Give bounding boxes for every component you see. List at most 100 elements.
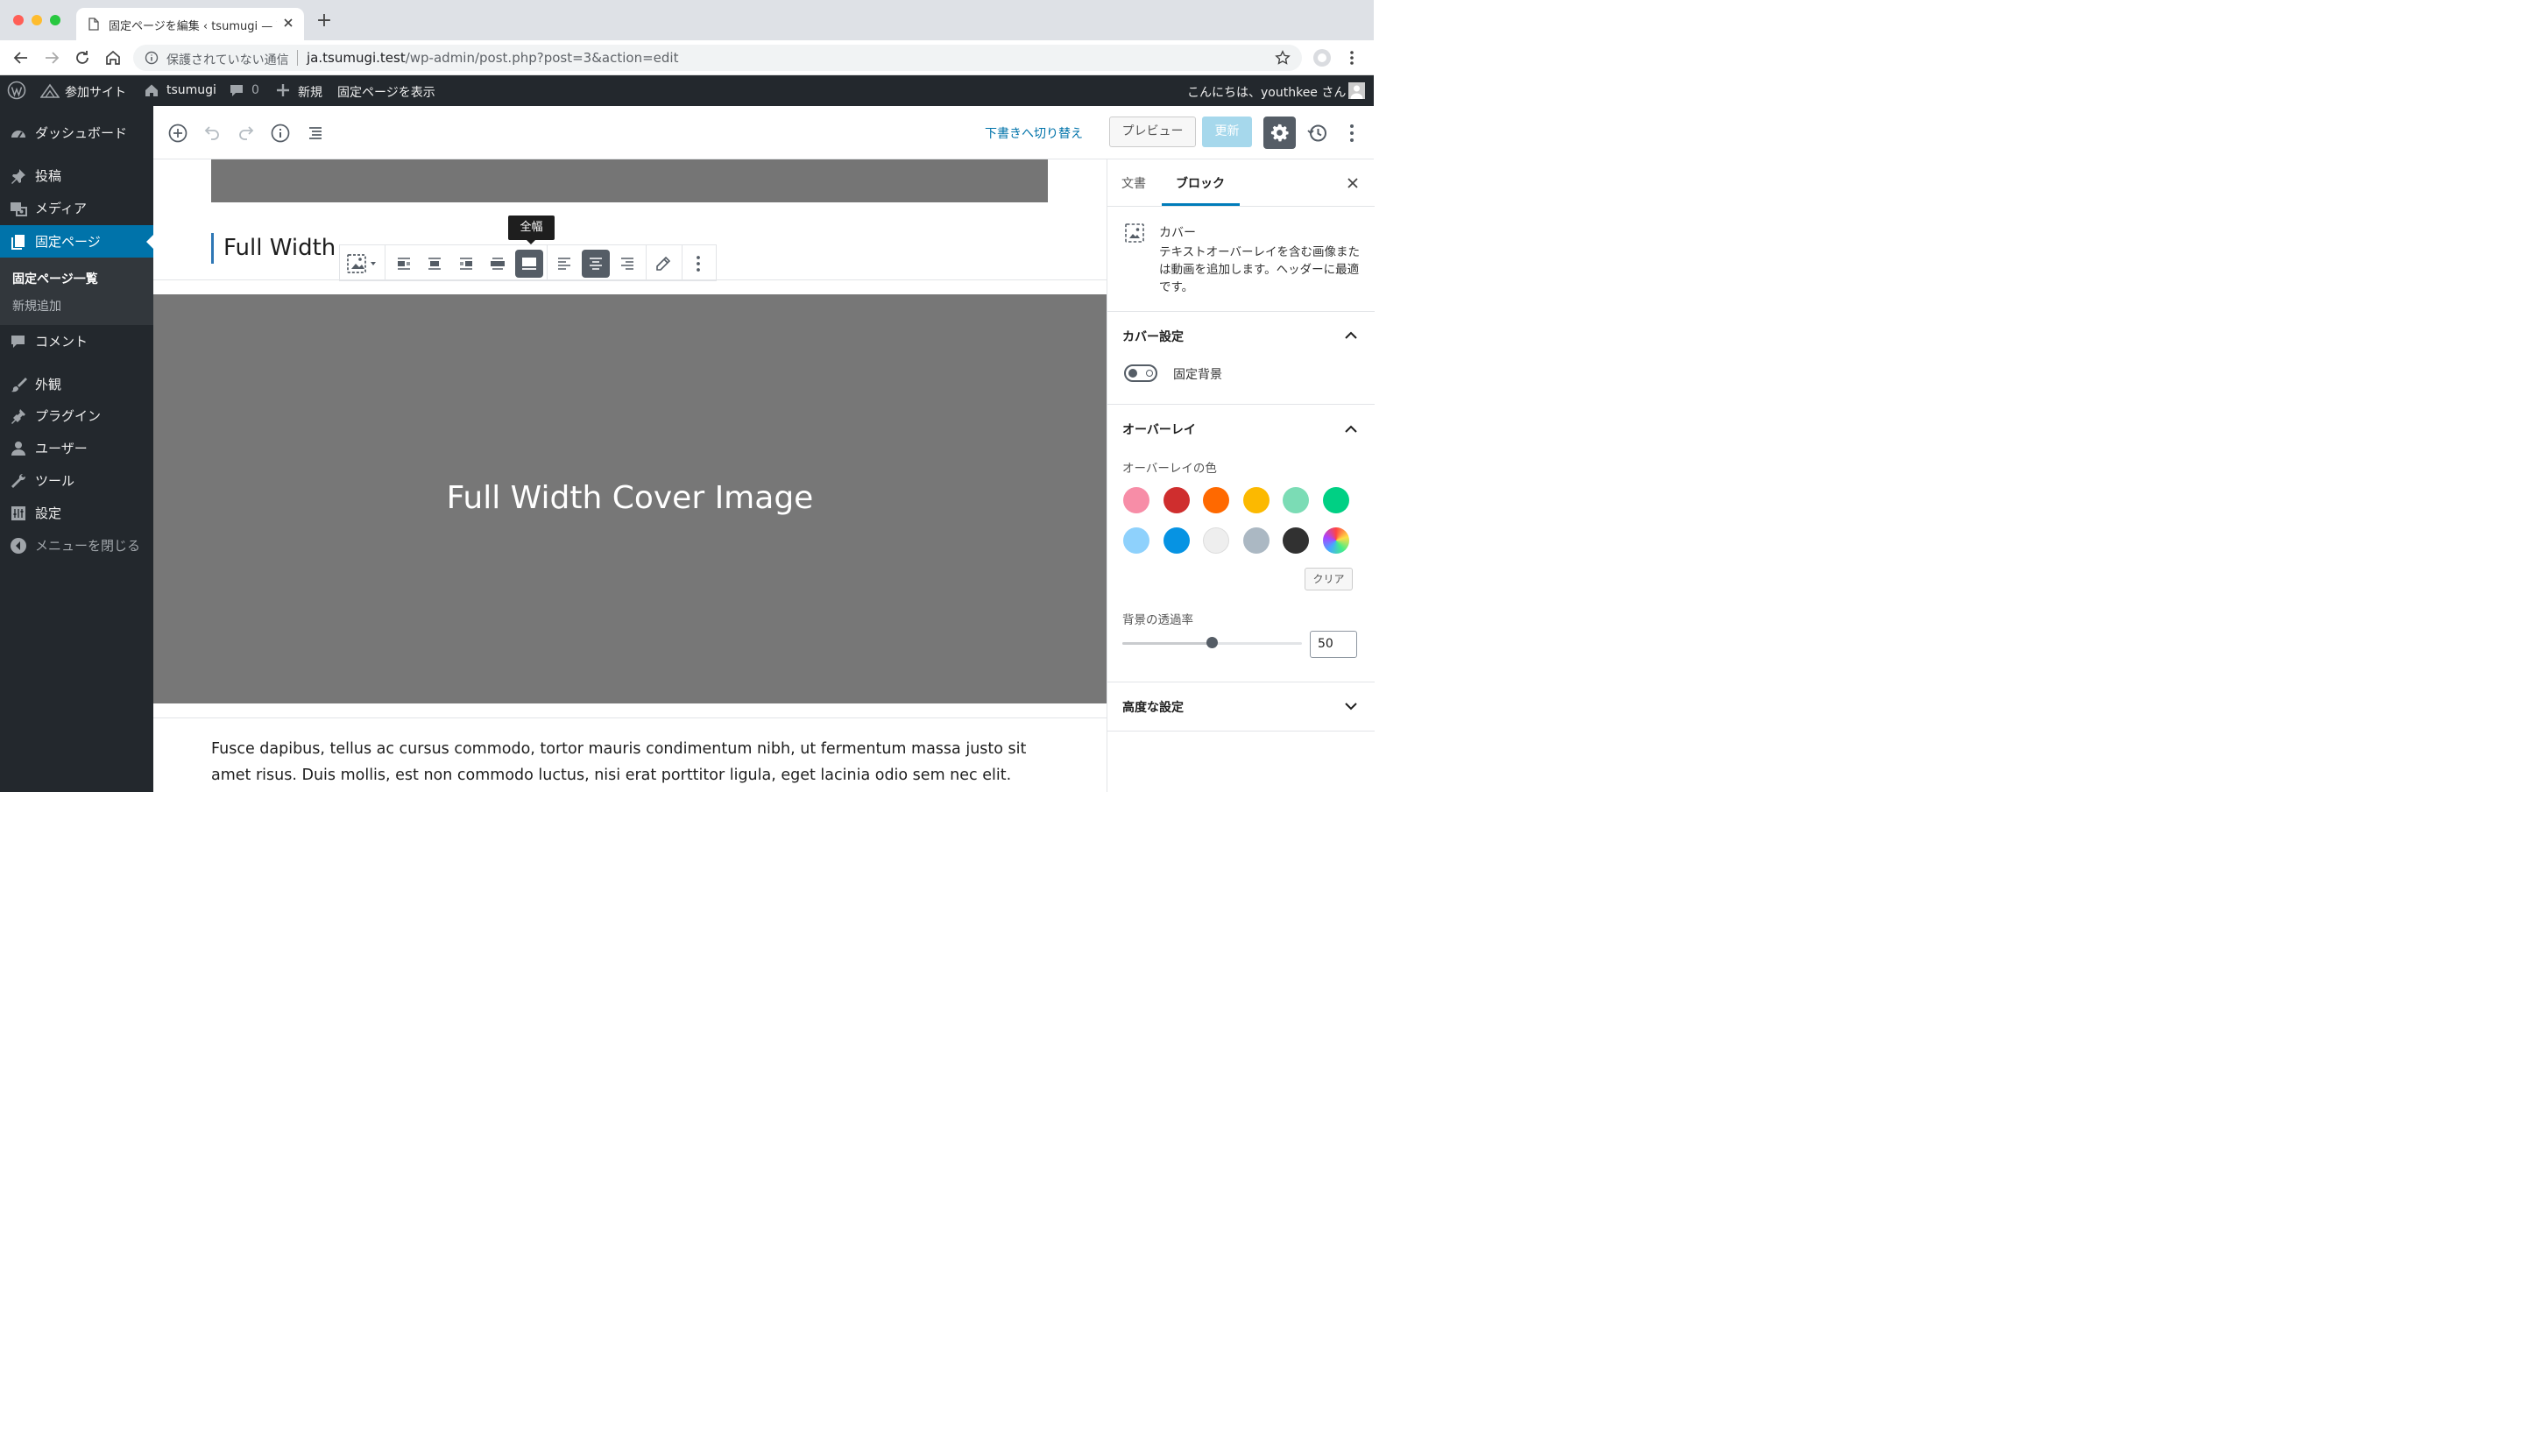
cover-text[interactable]: Full Width Cover Image: [153, 480, 1107, 516]
undo-icon[interactable]: [202, 123, 223, 144]
menu-item-users[interactable]: ユーザー: [0, 432, 153, 464]
menu-item-posts[interactable]: 投稿: [0, 159, 153, 192]
menu-item-tools[interactable]: ツール: [0, 464, 153, 497]
heading-block[interactable]: Full Width: [211, 233, 336, 264]
chevron-down-icon[interactable]: [1344, 699, 1358, 713]
advanced-panel-title[interactable]: 高度な設定: [1122, 698, 1184, 716]
minimize-window-button[interactable]: [32, 15, 42, 25]
my-sites-icon: [40, 82, 60, 98]
switch-to-draft-button[interactable]: 下書きへ切り替え: [985, 124, 1083, 142]
more-options-icon[interactable]: [684, 250, 712, 278]
new-content-link[interactable]: 新規: [298, 83, 322, 101]
text-align-center-icon[interactable]: [582, 250, 610, 278]
color-swatch-very-dark-gray[interactable]: [1283, 527, 1309, 554]
forward-arrow-icon[interactable]: [42, 48, 61, 67]
user-avatar[interactable]: [1348, 82, 1365, 99]
align-left-float-icon[interactable]: [390, 250, 418, 278]
text-align-right-icon[interactable]: [613, 250, 641, 278]
opacity-slider-fill: [1122, 642, 1213, 645]
profile-avatar-icon[interactable]: [1312, 48, 1332, 67]
menu-item-appearance[interactable]: 外観: [0, 368, 153, 400]
color-swatch-light-green[interactable]: [1283, 487, 1309, 513]
paragraph-block[interactable]: Fusce dapibus, tellus ac cursus commodo,…: [211, 736, 1035, 788]
menu-item-comments[interactable]: コメント: [0, 325, 153, 357]
tab-block[interactable]: ブロック: [1176, 174, 1225, 192]
plus-icon: [276, 83, 290, 97]
align-right-float-icon[interactable]: [452, 250, 480, 278]
color-swatch-pale-cyan[interactable]: [1123, 527, 1149, 554]
align-center-icon[interactable]: [421, 250, 449, 278]
color-swatch-vivid-green[interactable]: [1323, 487, 1349, 513]
color-swatch-amber[interactable]: [1243, 487, 1270, 513]
home-icon[interactable]: [103, 48, 123, 67]
address-bar[interactable]: 保護されていない通信 ja.tsumugi.test/wp-admin/post…: [133, 45, 1302, 71]
new-tab-button[interactable]: +: [315, 11, 333, 31]
previous-cover-block[interactable]: [211, 159, 1048, 202]
custom-color-picker-swatch[interactable]: [1323, 527, 1349, 554]
url-text[interactable]: ja.tsumugi.test/wp-admin/post.php?post=3…: [307, 50, 678, 66]
cover-block[interactable]: Full Width Cover Image: [153, 294, 1107, 703]
color-swatch-cyan-gray[interactable]: [1243, 527, 1270, 554]
chevron-up-icon[interactable]: [1344, 422, 1358, 436]
security-label: 保護されていない通信: [166, 53, 289, 67]
update-button[interactable]: 更新: [1202, 117, 1252, 147]
edit-pencil-icon[interactable]: [649, 250, 677, 278]
fixed-background-toggle[interactable]: [1124, 364, 1157, 382]
comment-bubble-icon: [229, 83, 244, 98]
color-swatch-vivid-blue[interactable]: [1163, 527, 1190, 554]
close-sidebar-icon[interactable]: [1345, 175, 1361, 191]
divider: [297, 50, 298, 66]
menu-item-plugins[interactable]: プラグイン: [0, 399, 153, 432]
tooltip: 全幅: [508, 216, 555, 244]
color-swatch-very-light-gray[interactable]: [1203, 527, 1229, 554]
submenu-item-add-new[interactable]: 新規追加: [12, 297, 61, 315]
browser-toolbar: 保護されていない通信 ja.tsumugi.test/wp-admin/post…: [0, 40, 1374, 75]
browser-menu-icon[interactable]: [1345, 49, 1359, 67]
more-options-icon[interactable]: [1341, 123, 1362, 144]
menu-collapse-button[interactable]: メニューを閉じる: [0, 529, 153, 562]
preview-button[interactable]: プレビュー: [1109, 117, 1196, 147]
star-icon[interactable]: [1275, 50, 1291, 66]
text-align-left-icon[interactable]: [550, 250, 578, 278]
chevron-up-icon[interactable]: [1344, 329, 1358, 343]
add-block-plus-icon[interactable]: [167, 123, 188, 144]
menu-item-media[interactable]: メディア: [0, 192, 153, 224]
menu-item-settings[interactable]: 設定: [0, 497, 153, 529]
submenu-item-all-pages[interactable]: 固定ページ一覧: [12, 270, 98, 287]
clear-color-button[interactable]: クリア: [1305, 568, 1353, 590]
info-icon[interactable]: [145, 51, 159, 65]
tab-document[interactable]: 文書: [1121, 174, 1146, 192]
browser-tab-strip: 固定ページを編集 ‹ tsumugi — W +: [0, 0, 1374, 40]
view-page-link[interactable]: 固定ページを表示: [337, 83, 435, 101]
content-info-icon[interactable]: [270, 123, 291, 144]
reload-icon[interactable]: [73, 48, 92, 67]
color-swatch-pale-pink[interactable]: [1123, 487, 1149, 513]
opacity-slider-thumb[interactable]: [1206, 637, 1218, 648]
close-tab-icon[interactable]: [283, 18, 294, 28]
full-width-icon[interactable]: [515, 250, 543, 278]
block-navigation-icon[interactable]: [305, 123, 326, 144]
menu-label: ユーザー: [35, 441, 88, 456]
comments-count[interactable]: 0: [251, 83, 259, 97]
menu-label: メニューを閉じる: [35, 538, 141, 554]
menu-item-dashboard[interactable]: ダッシュボード: [0, 117, 153, 149]
settings-toggle-button[interactable]: [1263, 117, 1296, 149]
browser-tab[interactable]: 固定ページを編集 ‹ tsumugi — W: [76, 8, 304, 40]
account-greeting[interactable]: こんにちは、youthkee さん: [1187, 83, 1346, 101]
menu-item-pages[interactable]: 固定ページ: [0, 225, 153, 258]
change-block-type-button[interactable]: [344, 250, 379, 278]
color-swatch-orange[interactable]: [1203, 487, 1229, 513]
maximize-window-button[interactable]: [50, 15, 60, 25]
my-sites-link[interactable]: 参加サイト: [65, 83, 126, 101]
revisions-clock-icon[interactable]: [1307, 123, 1328, 144]
back-arrow-icon[interactable]: [11, 48, 31, 67]
cover-settings-panel-title[interactable]: カバー設定: [1122, 328, 1184, 345]
opacity-input[interactable]: 50: [1310, 631, 1357, 658]
overlay-panel-title[interactable]: オーバーレイ: [1122, 421, 1196, 438]
wide-width-icon[interactable]: [484, 250, 512, 278]
close-window-button[interactable]: [13, 15, 24, 25]
site-name-link[interactable]: tsumugi: [166, 83, 216, 97]
redo-icon[interactable]: [236, 123, 257, 144]
color-swatch-vivid-red[interactable]: [1163, 487, 1190, 513]
wordpress-logo-icon[interactable]: [7, 81, 26, 100]
